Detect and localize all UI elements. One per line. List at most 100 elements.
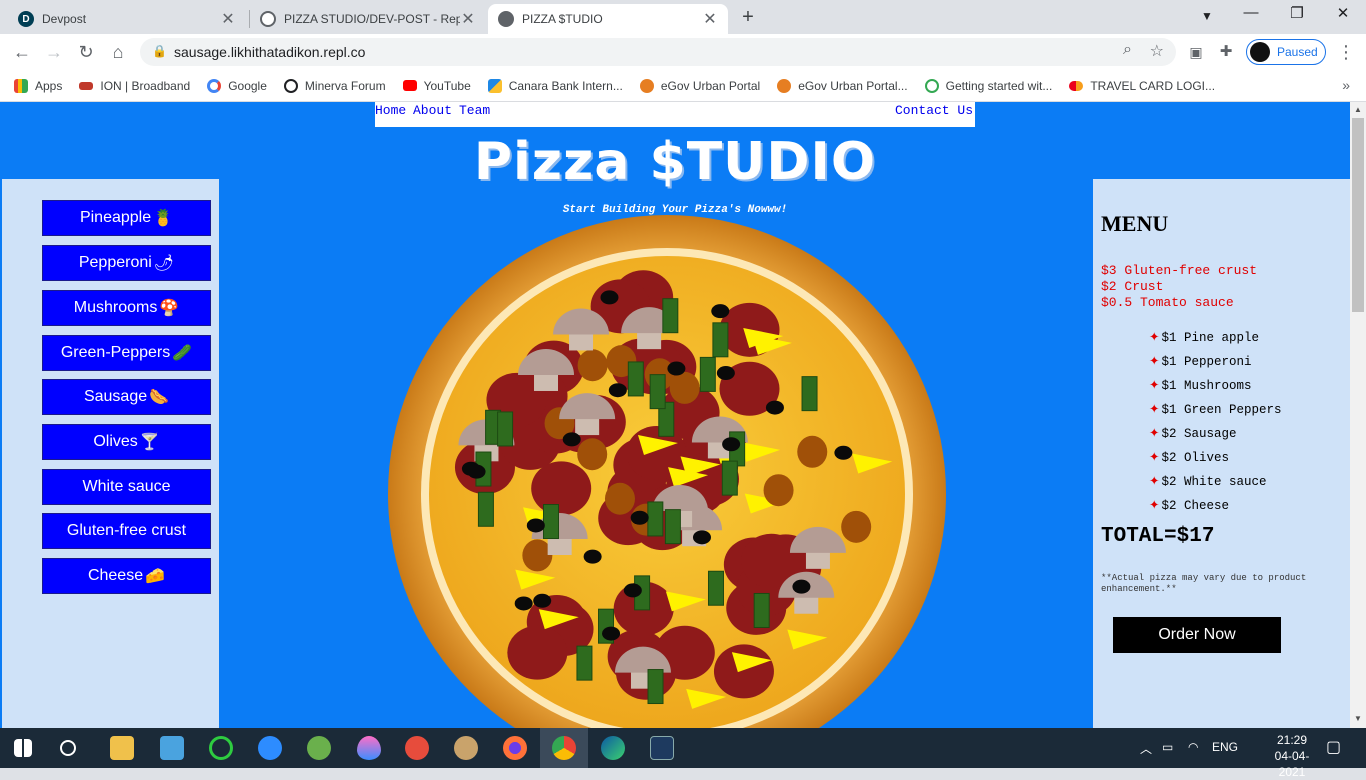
extensions-puzzle-icon[interactable]: ✚ (1214, 40, 1238, 64)
close-icon[interactable]: ✕ (702, 9, 718, 29)
bookmark-travel-card[interactable]: TRAVEL CARD LOGI... (1069, 79, 1215, 93)
menu-topping-item: ✦ $1 Green Peppers (1149, 403, 1282, 417)
tab-pizza-studio[interactable]: PIZZA $TUDIO ✕ (488, 4, 728, 34)
nav-contact-link[interactable]: Contact Us (895, 103, 973, 118)
pizza-image (388, 215, 946, 728)
olive-slice (602, 626, 621, 641)
reload-icon[interactable]: ↻ (74, 40, 98, 64)
sausage-chunk (577, 438, 608, 471)
bookmark-minerva[interactable]: Minerva Forum (283, 78, 386, 93)
vscode-icon[interactable] (650, 736, 674, 760)
bookmark-egov-1[interactable]: eGov Urban Portal (639, 78, 760, 93)
scrollbar-thumb[interactable] (1352, 118, 1364, 312)
paint-drop-icon[interactable] (357, 736, 381, 760)
sausage-button[interactable]: Sausage 🌭 (42, 379, 211, 415)
url-text[interactable]: sausage.likhithatadikon.repl.co (174, 44, 365, 60)
app-ring-icon[interactable] (209, 736, 233, 760)
address-bar[interactable]: 🔒 sausage.likhithatadikon.repl.co ⌕ ☆ (140, 38, 1176, 66)
page-scrollbar[interactable]: ▲ ▼ (1350, 102, 1366, 728)
close-icon[interactable]: ✕ (460, 9, 476, 29)
olive-slice (583, 549, 602, 564)
zoom-icon[interactable] (258, 736, 282, 760)
nav-home-link[interactable]: Home (375, 103, 406, 118)
minimize-button[interactable]: — (1228, 4, 1274, 21)
file-explorer-icon[interactable] (110, 736, 134, 760)
green-pepper-strip (721, 460, 738, 496)
profile-button[interactable]: Paused (1246, 39, 1326, 65)
tab-replit[interactable]: PIZZA STUDIO/DEV-POST - Repl ✕ (250, 4, 486, 34)
green-pepper-strip (753, 592, 770, 628)
olive-slice (692, 530, 711, 545)
battery-icon[interactable]: ▭ (1162, 740, 1173, 754)
close-icon[interactable]: ✕ (220, 9, 236, 29)
olive-slice (722, 437, 741, 452)
sausage-chunk (604, 482, 635, 515)
white-sauce-button[interactable]: White sauce (42, 469, 211, 505)
gluten-free-crust-button[interactable]: Gluten-free crust (42, 513, 211, 549)
new-tab-button[interactable]: + (736, 6, 760, 29)
nav-team-link[interactable]: Team (459, 103, 490, 118)
star-bullet-icon: ✦ (1149, 475, 1160, 489)
pineapple-button[interactable]: Pineapple 🍍 (42, 200, 211, 236)
youtube-icon (402, 80, 417, 91)
olive-slice (514, 596, 533, 611)
green-peppers-button[interactable]: Green-Peppers 🥒 (42, 335, 211, 371)
search-icon[interactable] (60, 740, 76, 756)
menu-heading: MENU (1101, 211, 1169, 236)
cheese-button[interactable]: Cheese 🧀 (42, 558, 211, 594)
bookmark-google[interactable]: Google (207, 78, 267, 93)
home-icon[interactable]: ⌂ (106, 40, 130, 64)
bookmark-star-icon[interactable]: ☆ (1150, 41, 1164, 61)
devpost-app-icon[interactable] (405, 736, 429, 760)
edge-icon[interactable] (601, 736, 625, 760)
utorrent-icon[interactable] (307, 736, 331, 760)
notifications-icon[interactable]: ▢ (1326, 737, 1341, 757)
forward-icon[interactable]: → (42, 40, 66, 64)
scroll-down-icon[interactable]: ▼ (1354, 714, 1362, 723)
language-indicator[interactable]: ENG (1212, 740, 1238, 754)
scroll-up-icon[interactable]: ▲ (1354, 105, 1362, 114)
bookmark-youtube[interactable]: YouTube (402, 79, 471, 93)
green-pepper-strip (647, 501, 664, 537)
firefox-icon[interactable] (503, 736, 527, 760)
bookmark-ion[interactable]: ION | Broadband (79, 79, 190, 93)
olives-button[interactable]: Olives 🍸 (42, 424, 211, 460)
search-icon[interactable]: ⌕ (1123, 41, 1132, 59)
more-menu-icon[interactable]: ⋮ (1334, 40, 1358, 64)
canara-icon (487, 78, 502, 93)
close-window-button[interactable]: ✕ (1320, 4, 1366, 22)
chrome-icon[interactable] (552, 736, 576, 760)
tab-search-icon[interactable]: ▼ (1184, 9, 1230, 23)
chili-icon: 🌶 (153, 255, 175, 272)
show-hidden-icons[interactable]: ︿ (1140, 740, 1152, 757)
taskbar-clock[interactable]: 21:29 04-04-2021 (1262, 732, 1322, 780)
menu-topping-item: ✦ $2 Sausage (1149, 427, 1237, 441)
star-bullet-icon: ✦ (1149, 355, 1160, 369)
wifi-icon[interactable]: ◠ (1188, 740, 1198, 754)
tab-devpost[interactable]: D Devpost ✕ (8, 4, 246, 34)
bookmark-canara[interactable]: Canara Bank Intern... (487, 78, 623, 93)
mushrooms-button[interactable]: Mushrooms 🍄 (42, 290, 211, 326)
olive-slice (834, 445, 853, 460)
control-panel-icon[interactable] (160, 736, 184, 760)
menu-topping-item: ✦ $1 Mushrooms (1149, 379, 1252, 393)
pepperoni-button[interactable]: Pepperoni 🌶 (42, 245, 211, 281)
paint-palette-icon[interactable] (454, 736, 478, 760)
minerva-icon (283, 78, 298, 93)
olive-slice (711, 304, 730, 319)
olive-slice (600, 290, 619, 305)
back-icon[interactable]: ← (10, 40, 34, 64)
restore-button[interactable]: ❐ (1274, 4, 1320, 22)
nav-about-link[interactable]: About (413, 103, 452, 118)
bookmarks-overflow-icon[interactable]: » (1342, 77, 1350, 93)
windows-start-icon[interactable] (14, 739, 32, 757)
bookmark-apps[interactable]: Apps (14, 78, 62, 93)
bookmark-getting-started[interactable]: Getting started wit... (924, 78, 1052, 93)
extension-icon[interactable]: ▣ (1184, 40, 1208, 64)
green-pepper-strip (497, 411, 514, 447)
olive-slice (608, 383, 627, 398)
browser-toolbar: ← → ↻ ⌂ 🔒 sausage.likhithatadikon.repl.c… (0, 34, 1366, 70)
star-bullet-icon: ✦ (1149, 379, 1160, 393)
bookmark-egov-2[interactable]: eGov Urban Portal... (777, 78, 908, 93)
order-now-button[interactable]: Order Now (1113, 617, 1281, 653)
